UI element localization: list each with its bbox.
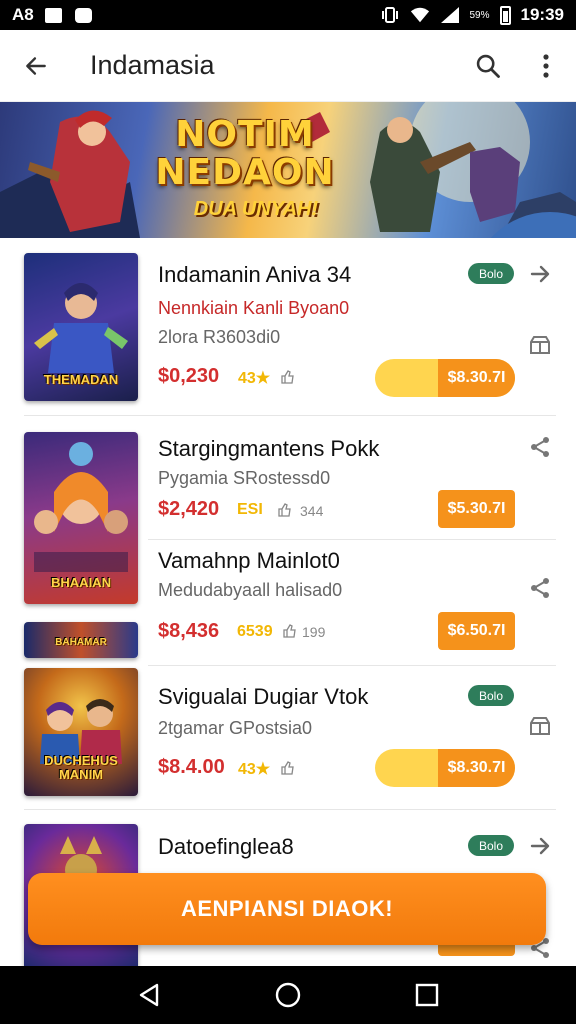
item-subtitle-highlight: Nennkiain Kanli Byoan0 (158, 298, 350, 318)
game-thumbnail[interactable]: DUCHEHUS MANIM (24, 668, 138, 796)
buy-button[interactable]: $8.30.7I (438, 749, 515, 787)
banner-title-line1: NOTIM (175, 114, 315, 155)
status-badge: Bolo (468, 685, 514, 706)
back-arrow-icon (26, 56, 46, 75)
list-item[interactable]: THEMADAN Indamanin Aniva 34 Nennkiain Ka… (0, 238, 576, 416)
item-title: Stargingmantens Pokk (158, 436, 380, 461)
back-button[interactable] (0, 30, 72, 102)
more-options-button[interactable] (524, 44, 568, 88)
thumbnail-label: DUCHEHUS MANIM (44, 753, 118, 782)
item-subtitle: 2tgamar GPostsia0 (158, 718, 313, 738)
item-rating: 43★ (238, 761, 271, 778)
item-rating: ESI (237, 501, 263, 518)
item-title: Vamahnp Mainlot0 (158, 548, 340, 573)
arrow-right-icon (530, 265, 550, 283)
app-icon (74, 6, 94, 24)
store-button[interactable] (526, 331, 554, 359)
status-badge: Bolo (468, 835, 514, 856)
battery-percent: 59% (469, 9, 490, 21)
banner-subtitle: DUA UNYAH! (193, 198, 319, 220)
store-button[interactable] (526, 712, 554, 740)
thumb-up-icon (281, 761, 294, 775)
status-text: A8 (12, 5, 34, 24)
app-bar: Indamasia (0, 30, 576, 102)
store-icon (530, 336, 550, 354)
status-badge: Bolo (468, 263, 514, 284)
wifi-icon (410, 6, 430, 24)
nav-home-button[interactable] (268, 975, 308, 1015)
share-icon (531, 437, 549, 457)
arrow-right-icon (530, 837, 550, 855)
buy-button[interactable]: $8.30.7I (438, 359, 515, 397)
item-price: $8.4.00 (158, 756, 225, 778)
game-thumbnail[interactable]: BAHAMAR (24, 622, 138, 658)
home-circle-icon (275, 982, 301, 1008)
app-title: Indamasia (90, 50, 215, 80)
recents-square-icon (415, 983, 438, 1007)
item-rating: 6539 (237, 623, 273, 640)
game-thumbnail[interactable]: THEMADAN (24, 253, 138, 401)
nav-back-button[interactable] (129, 975, 169, 1015)
back-triangle-icon (140, 983, 159, 1007)
thumbnail-label: THEMADAN (43, 372, 119, 387)
more-vert-icon (543, 53, 549, 78)
status-left: A8 (12, 5, 94, 25)
share-icon (531, 578, 549, 598)
system-nav-bar (0, 966, 576, 1024)
item-title: Datoefinglea8 (158, 834, 294, 859)
banner-title-line2: NEDAON (155, 152, 335, 193)
list-item[interactable]: DUCHEHUS MANIM Svigualai Dugiar Vtok 2tg… (0, 666, 576, 810)
buy-button[interactable]: $5.30.7I (438, 490, 515, 528)
item-price: $8,436 (158, 620, 220, 642)
banner-title: NOTIM NEDAON (130, 116, 360, 192)
thumb-up-icon (283, 624, 296, 638)
next-button[interactable] (526, 832, 554, 860)
status-right: 59% 19:39 (380, 5, 564, 25)
image-icon (44, 6, 64, 24)
signal-icon (440, 6, 460, 24)
battery-icon (499, 5, 511, 25)
item-price: $0,230 (158, 365, 220, 387)
item-meta: 199 (302, 624, 326, 640)
item-price: $2,420 (158, 498, 220, 520)
item-title: Indamanin Aniva 34 (158, 262, 352, 287)
thumb-up-icon (281, 370, 294, 384)
item-rating: 43★ (238, 370, 271, 387)
status-bar: A8 59% 19:39 (0, 0, 576, 30)
vibrate-icon (380, 6, 400, 24)
search-button[interactable] (466, 44, 510, 88)
item-title: Svigualai Dugiar Vtok (158, 684, 369, 709)
item-meta: 344 (300, 503, 324, 519)
store-icon (530, 717, 550, 735)
share-button[interactable] (526, 433, 554, 461)
thumbnail-label: BAHAMAR (55, 637, 107, 648)
item-subtitle: Medudabyaall halisad0 (158, 580, 343, 600)
item-subtitle: Pygamia SRostessd0 (158, 468, 331, 488)
item-subtitle: 2lora R3603di0 (158, 327, 281, 347)
list-item[interactable]: BHAAIAN Stargingmantens Pokk Pygamia SRo… (0, 416, 576, 604)
nav-recents-button[interactable] (407, 975, 447, 1015)
search-icon (476, 54, 500, 78)
thumb-up-icon (278, 503, 291, 517)
screen: A8 59% 19:39 Indamasia NOTIM NEDAON DUA … (0, 0, 576, 1024)
cta-button[interactable]: AENPIANSI DIAOK! (28, 873, 546, 945)
list-item[interactable]: BAHAMAR Vamahnp Mainlot0 Medudabyaall ha… (0, 540, 576, 666)
next-button[interactable] (526, 260, 554, 288)
status-time: 19:39 (520, 5, 564, 24)
promo-banner[interactable]: NOTIM NEDAON DUA UNYAH! (0, 102, 576, 238)
buy-button[interactable]: $6.50.7I (438, 612, 515, 650)
share-button[interactable] (526, 574, 554, 602)
